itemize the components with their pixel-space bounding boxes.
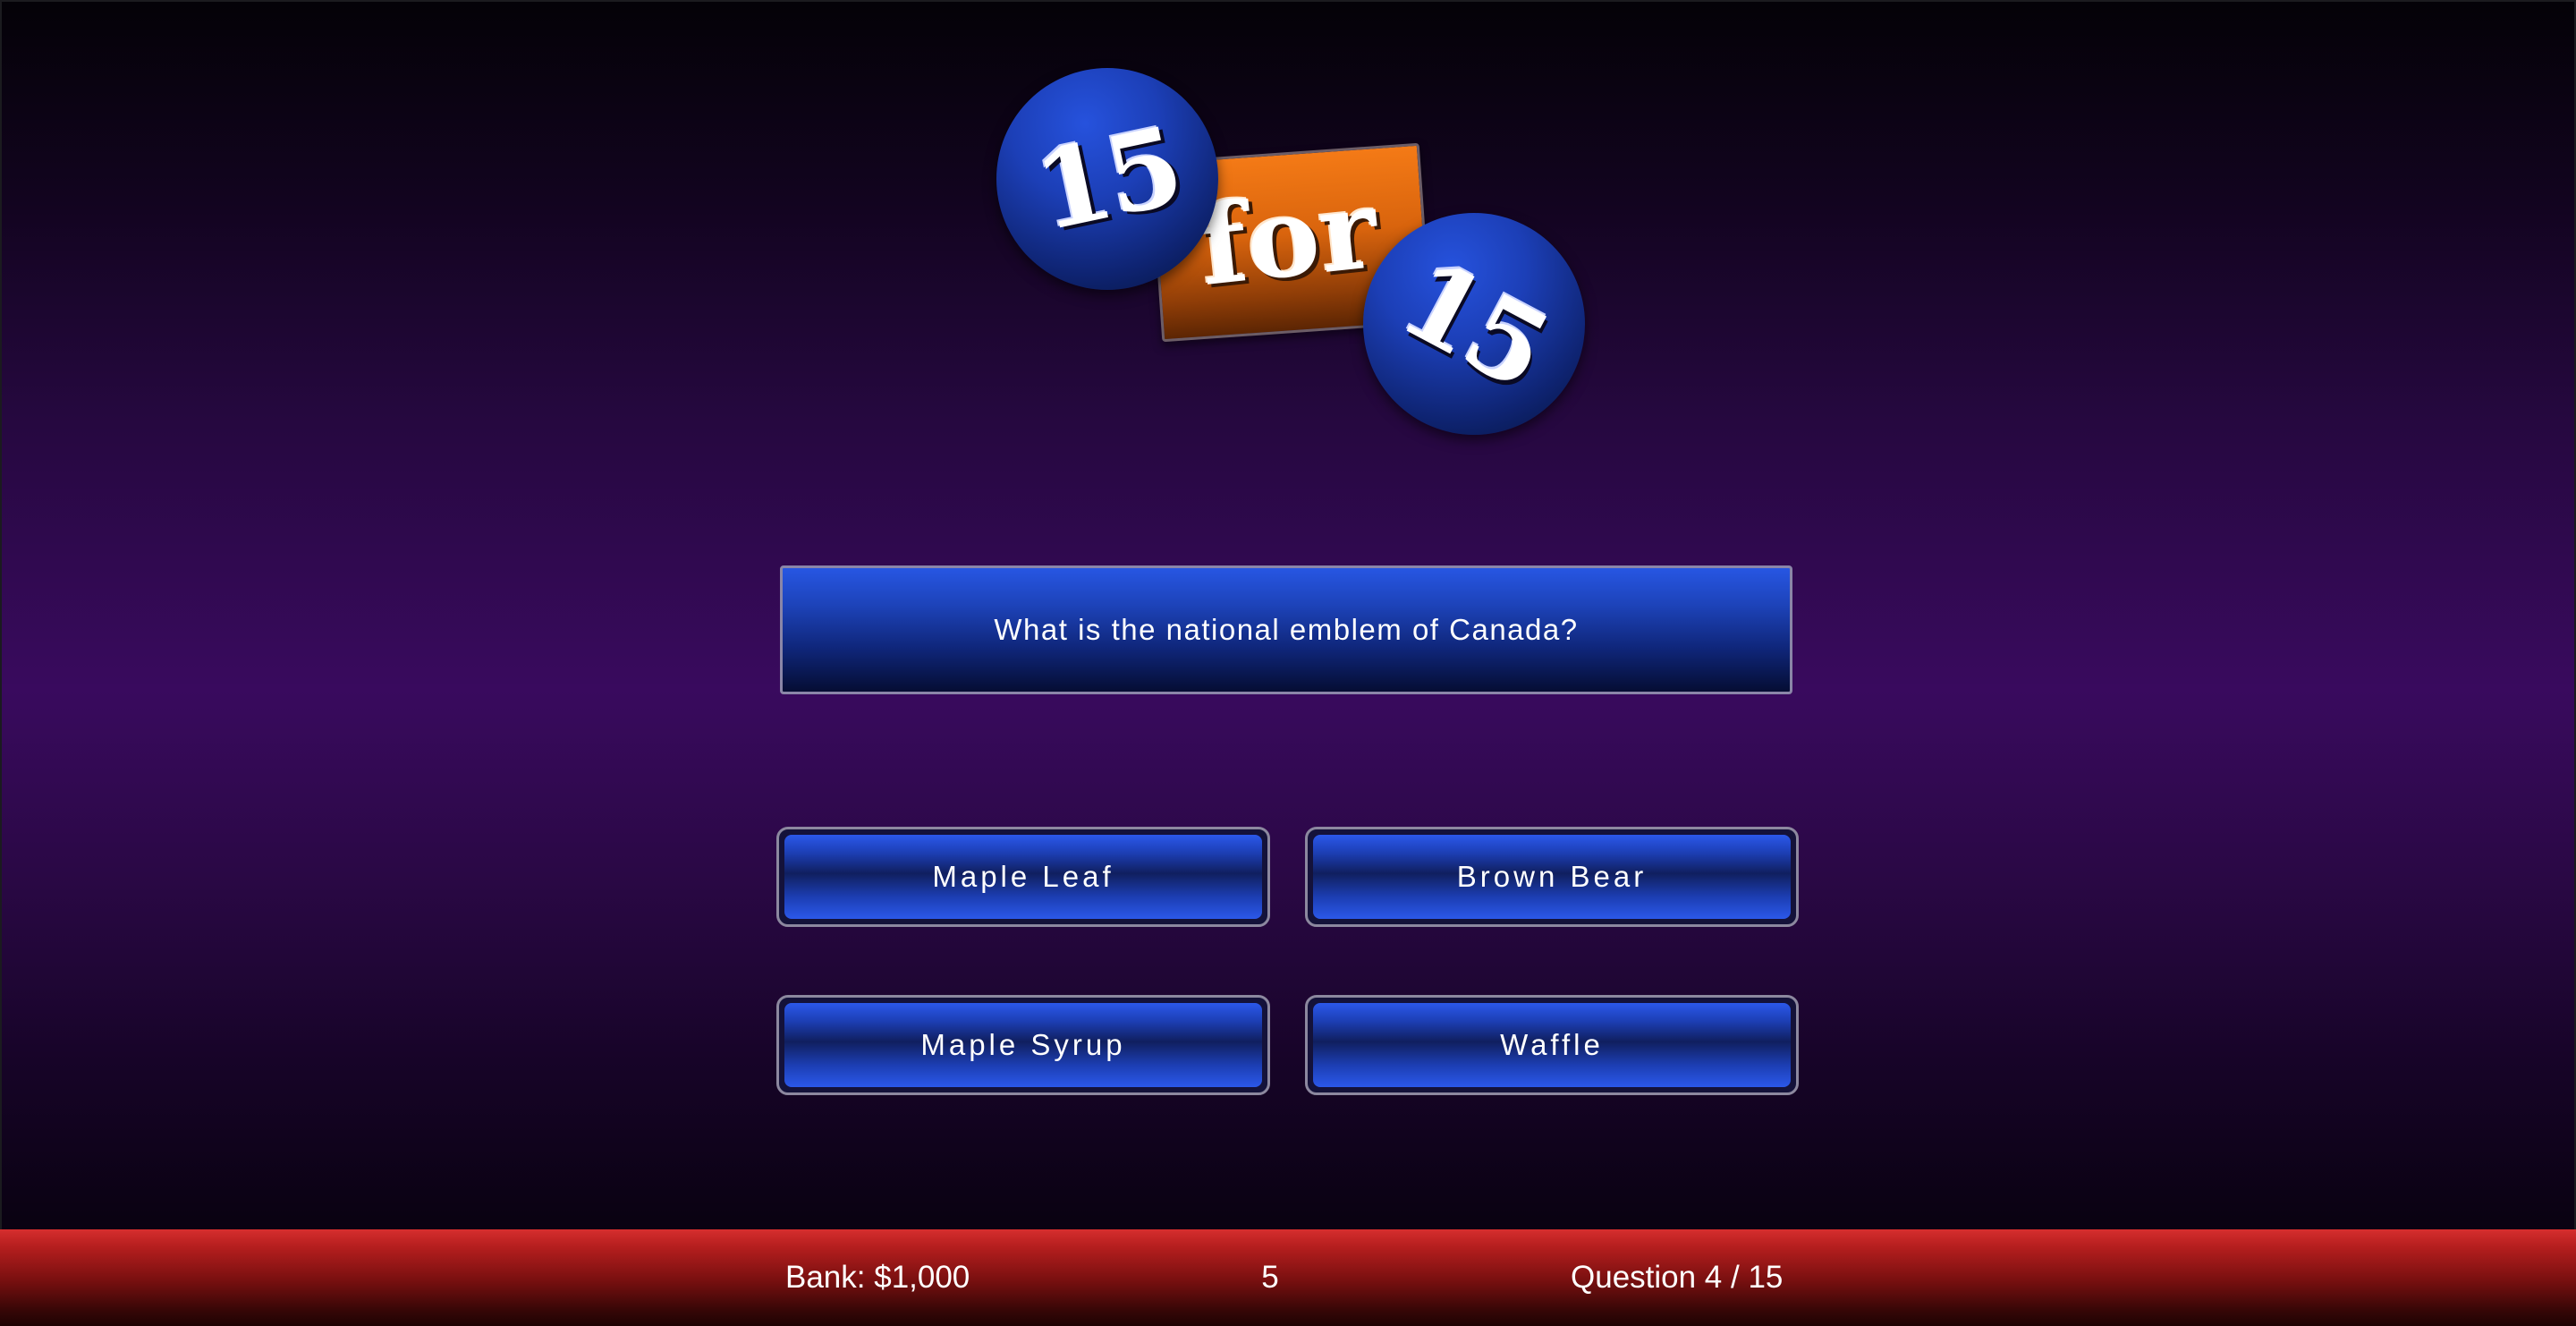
answer-label: Maple Leaf — [932, 860, 1114, 893]
game-logo: for 15 15 — [984, 63, 1610, 447]
answer-button-1-face[interactable]: Maple Leaf — [784, 835, 1262, 919]
logo-number-left: 15 — [1024, 102, 1191, 256]
answer-button-4[interactable]: Waffle — [1305, 995, 1799, 1095]
logo-ball-left: 15 — [996, 68, 1218, 290]
logo-ball-right: 15 — [1363, 213, 1585, 435]
question-text: What is the national emblem of Canada? — [994, 613, 1579, 646]
answer-button-2-face[interactable]: Brown Bear — [1313, 835, 1791, 919]
question-panel: What is the national emblem of Canada? — [780, 565, 1792, 694]
answer-button-1[interactable]: Maple Leaf — [776, 827, 1270, 927]
question-progress: Question 4 / 15 — [1571, 1260, 1784, 1295]
answer-label: Maple Syrup — [920, 1028, 1126, 1061]
bank-amount: Bank: $1,000 — [785, 1260, 970, 1295]
answer-button-2[interactable]: Brown Bear — [1305, 827, 1799, 927]
answer-button-4-face[interactable]: Waffle — [1313, 1003, 1791, 1087]
answer-label: Brown Bear — [1456, 860, 1648, 893]
answer-button-3-face[interactable]: Maple Syrup — [784, 1003, 1262, 1087]
status-bar: Bank: $1,000 5 Question 4 / 15 — [0, 1229, 2576, 1326]
answer-label: Waffle — [1500, 1028, 1604, 1061]
answer-button-3[interactable]: Maple Syrup — [776, 995, 1270, 1095]
countdown-timer: 5 — [1261, 1260, 1279, 1295]
